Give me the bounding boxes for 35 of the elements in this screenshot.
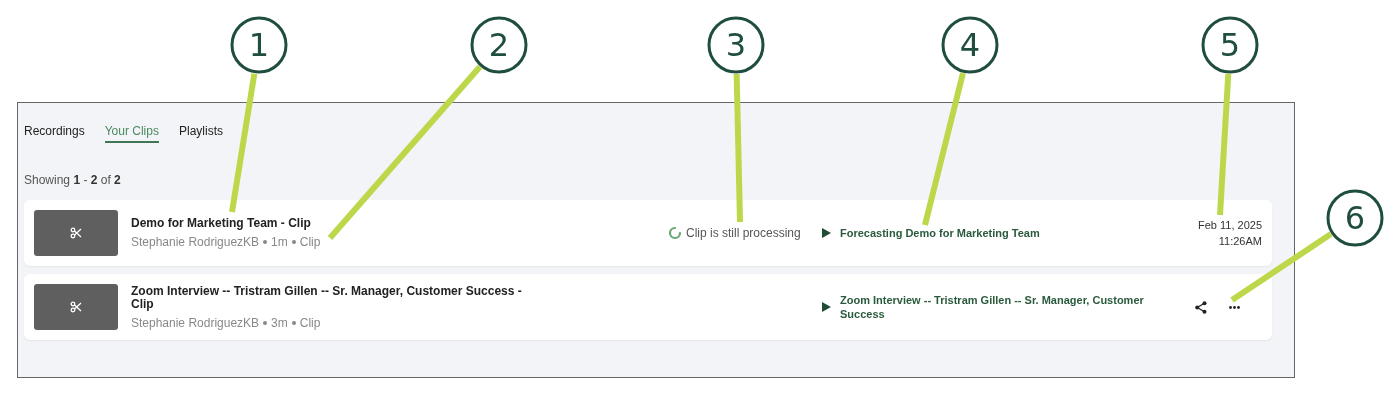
play-icon: [822, 228, 831, 238]
callout-marker: 5: [1201, 16, 1259, 74]
author-name: Stephanie RodriguezKB: [131, 315, 260, 330]
more-icon[interactable]: [1229, 305, 1240, 309]
processing-status: Clip is still processing: [686, 226, 801, 240]
separator-dot: [291, 240, 296, 244]
clip-type: Clip: [299, 235, 321, 249]
share-icon[interactable]: [1195, 300, 1207, 314]
callout-marker: 1: [230, 16, 288, 74]
separator-dot: [291, 320, 296, 325]
callout-marker: 2: [470, 16, 528, 74]
tab[interactable]: Your Clips: [104, 124, 159, 143]
clip-card[interactable]: Zoom Interview -- Tristram Gillen -- Sr. Manager, Customer Success - Clip Stephanie RodriguezKB 3m Clip Zoom Interview -- Tristram Gillen -- Sr. Manager, Customer Success: [24, 274, 1272, 340]
clip-date: Feb 11, 2025: [1198, 219, 1262, 231]
clip-card[interactable]: Demo for Marketing Team - Clip Stephanie RodriguezKB 1m Clip Clip is still processing Forecasting Demo for Marketing Team Feb 11, 2025 11:26AM: [24, 200, 1272, 266]
separator-dot: [263, 240, 268, 244]
clip-time: 11:26AM: [1218, 235, 1262, 247]
callout-marker: 6: [1326, 189, 1384, 247]
clip-type: Clip: [299, 315, 321, 330]
tab[interactable]: Playlists: [178, 124, 223, 143]
clip-duration: 1m: [271, 235, 288, 249]
tab[interactable]: Recordings: [24, 124, 85, 143]
clip-title[interactable]: Demo for Marketing Team - Clip: [131, 217, 531, 230]
scissors-icon: [70, 227, 82, 239]
clip-title[interactable]: Zoom Interview -- Tristram Gillen -- Sr. Manager, Customer Success - Clip: [131, 284, 531, 311]
author-name: Stephanie RodriguezKB: [131, 235, 260, 249]
play-icon: [822, 302, 831, 312]
source-recording-link[interactable]: Zoom Interview -- Tristram Gillen -- Sr. Manager, Customer Success: [840, 293, 1160, 321]
scissors-icon: [70, 301, 82, 313]
callout-marker: 4: [941, 16, 999, 74]
separator-dot: [263, 320, 268, 325]
source-recording-link[interactable]: Forecasting Demo for Marketing Team: [840, 226, 1160, 240]
callout-marker: 3: [707, 16, 765, 74]
clip-duration: 3m: [271, 315, 288, 330]
result-count: Showing 1 - 2 of 2: [24, 173, 122, 187]
